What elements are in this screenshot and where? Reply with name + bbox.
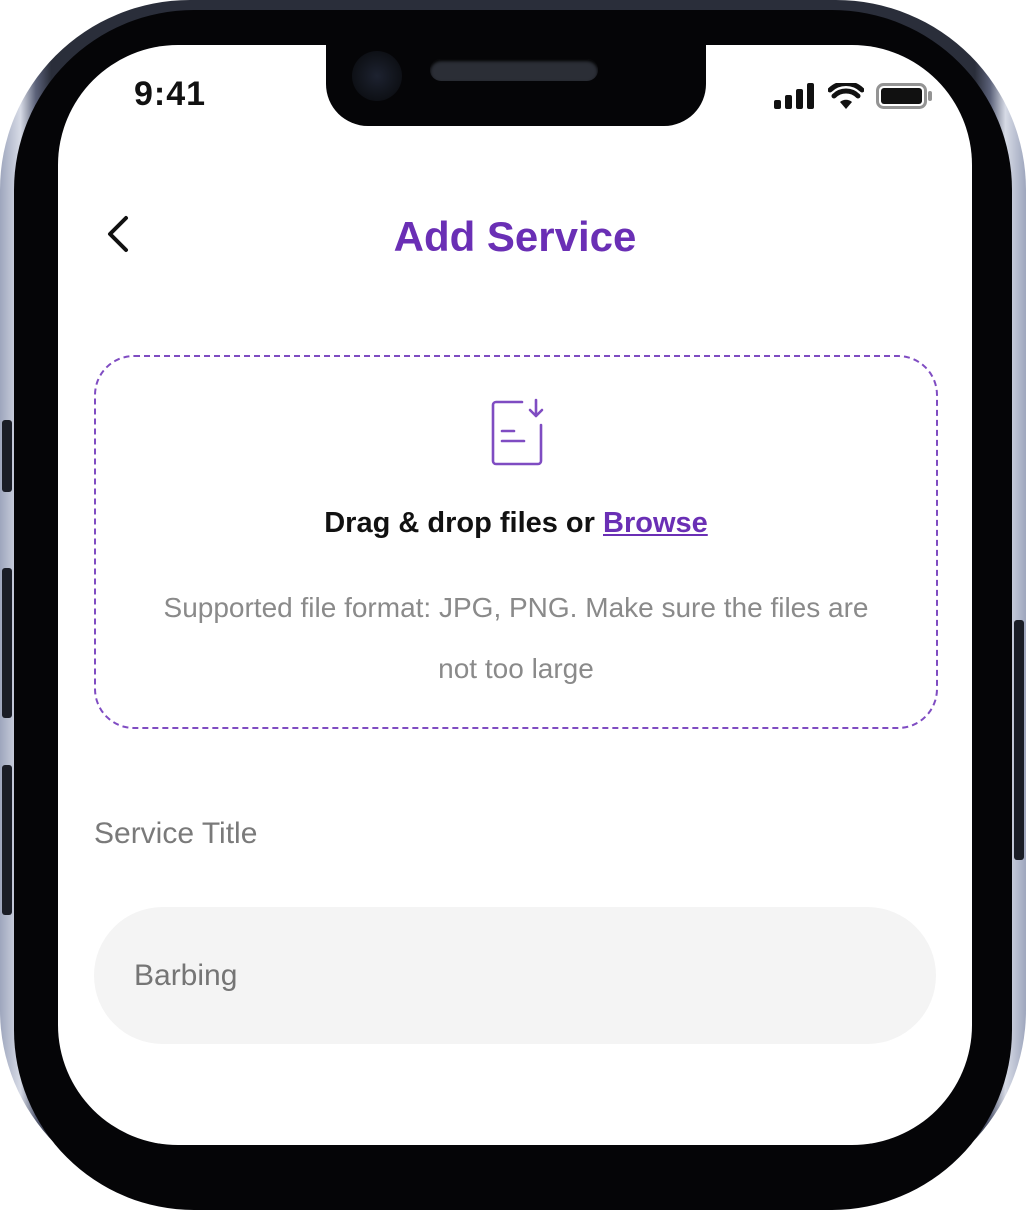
upload-hint: Supported file format: JPG, PNG. Make su…	[163, 592, 869, 684]
side-button-power	[1014, 620, 1024, 860]
signal-icon	[774, 83, 814, 109]
earpiece-speaker	[430, 59, 598, 81]
service-title-input[interactable]	[94, 907, 936, 1044]
file-upload-dropzone[interactable]: Drag & drop files or Browse Supported fi…	[94, 355, 938, 729]
battery-icon	[876, 83, 932, 109]
notch	[326, 45, 706, 126]
page-title: Add Service	[393, 213, 637, 260]
browse-link[interactable]: Browse	[603, 507, 708, 539]
side-button-mute	[2, 420, 12, 492]
wifi-icon	[828, 83, 864, 109]
status-time: 9:41	[134, 75, 207, 113]
upload-prompt: Drag & drop files or Browse	[96, 507, 936, 540]
front-camera	[352, 51, 402, 101]
service-title-label: Service Title	[94, 817, 258, 850]
upload-prompt-text: Drag & drop files or	[324, 507, 595, 539]
side-button-volume-down	[2, 765, 12, 915]
status-icons	[774, 83, 934, 109]
file-download-icon	[491, 398, 544, 466]
app-screen: 9:41 Add Service Drag & drop files or Br…	[58, 45, 972, 1145]
side-button-volume-up	[2, 568, 12, 718]
